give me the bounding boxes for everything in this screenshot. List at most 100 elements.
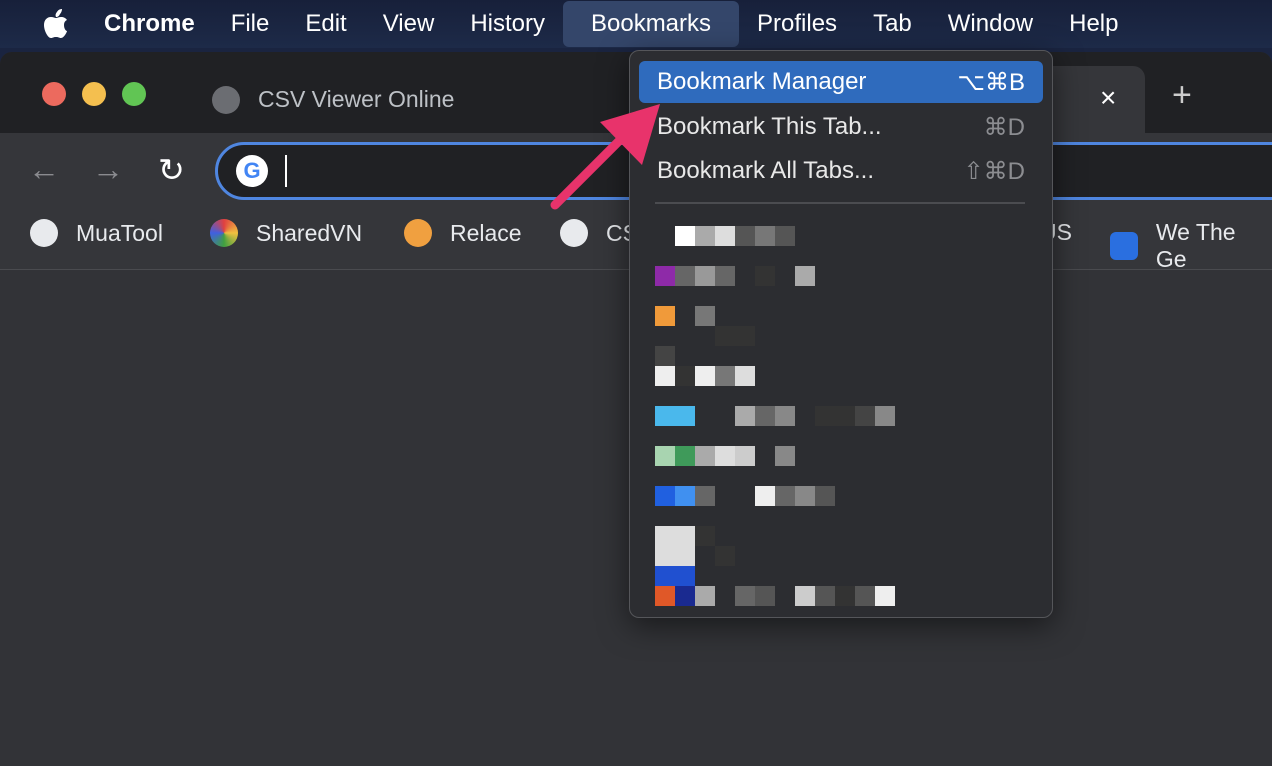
- blurred-bookmark-pixel: [675, 446, 695, 466]
- blurred-bookmark-pixel: [655, 526, 675, 546]
- blurred-bookmark-pixel: [795, 586, 815, 606]
- bookmark-wethegeek[interactable]: We The Ge: [1110, 219, 1272, 273]
- blurred-bookmark-pixel: [755, 266, 775, 286]
- blurred-bookmark-pixel: [715, 266, 735, 286]
- bookmarks-menu: Bookmark Manager ⌥⌘B Bookmark This Tab...…: [629, 50, 1053, 618]
- menu-item-bookmark-all-tabs[interactable]: Bookmark All Tabs... ⇧⌘D: [639, 150, 1043, 192]
- blurred-bookmark-pixel: [795, 266, 815, 286]
- forward-button[interactable]: →: [92, 151, 124, 188]
- minimize-window-button[interactable]: [82, 82, 106, 106]
- blurred-bookmark-pixel: [655, 266, 675, 286]
- blurred-bookmark-pixel: [735, 586, 755, 606]
- blurred-bookmark-pixel: [815, 486, 835, 506]
- blurred-bookmark-pixel: [735, 366, 755, 386]
- blurred-bookmark-pixel: [815, 406, 835, 426]
- blurred-bookmark-pixel: [675, 266, 695, 286]
- menu-history[interactable]: History: [452, 1, 563, 47]
- blurred-bookmark-pixel: [855, 586, 875, 606]
- blurred-bookmark-pixel: [775, 446, 795, 466]
- apple-icon[interactable]: [26, 9, 86, 39]
- wtg-icon: [1110, 232, 1138, 260]
- blurred-bookmark-pixel: [655, 546, 675, 566]
- reload-button[interactable]: ↻: [158, 151, 185, 189]
- blurred-bookmark-pixel: [715, 446, 735, 466]
- globe-icon: [30, 219, 58, 247]
- blurred-bookmark-pixel: [715, 226, 735, 246]
- blurred-bookmark-pixel: [695, 226, 715, 246]
- bookmark-muatool[interactable]: MuaTool: [30, 219, 163, 247]
- menu-bookmarks[interactable]: Bookmarks: [562, 1, 740, 47]
- blurred-bookmark-pixel: [675, 406, 695, 426]
- tab-title[interactable]: CSV Viewer Online: [258, 86, 454, 113]
- blurred-bookmark-pixel: [835, 586, 855, 606]
- blurred-bookmark-pixel: [795, 486, 815, 506]
- blurred-bookmark-pixel: [715, 546, 735, 566]
- globe-icon: [560, 219, 588, 247]
- blurred-bookmark-pixel: [695, 366, 715, 386]
- blurred-bookmark-pixel: [655, 406, 675, 426]
- text-cursor: [285, 155, 287, 187]
- blurred-bookmark-pixel: [655, 446, 675, 466]
- menu-edit[interactable]: Edit: [287, 1, 364, 47]
- menu-item-bookmark-this-tab[interactable]: Bookmark This Tab... ⌘D: [639, 106, 1043, 148]
- bookmark-cs[interactable]: CS: [560, 219, 638, 247]
- blurred-bookmark-pixel: [815, 586, 835, 606]
- blurred-bookmark-pixel: [755, 406, 775, 426]
- globe-icon: [212, 86, 240, 114]
- blurred-bookmark-pixel: [655, 566, 675, 586]
- back-button[interactable]: ←: [28, 151, 60, 188]
- blurred-bookmark-pixel: [735, 226, 755, 246]
- blurred-bookmark-pixel: [655, 586, 675, 606]
- menu-file[interactable]: File: [213, 1, 288, 47]
- sharedvn-icon: [210, 219, 238, 247]
- blurred-bookmark-pixel: [675, 526, 695, 546]
- zoom-window-button[interactable]: [122, 82, 146, 106]
- blurred-bookmark-pixel: [875, 406, 895, 426]
- menu-help[interactable]: Help: [1051, 1, 1136, 47]
- close-window-button[interactable]: [42, 82, 66, 106]
- blurred-bookmark-pixel: [755, 226, 775, 246]
- blurred-bookmark-pixel: [655, 346, 675, 366]
- blurred-bookmark-pixel: [675, 546, 695, 566]
- blurred-bookmark-pixel: [735, 326, 755, 346]
- blurred-bookmark-pixel: [655, 306, 675, 326]
- blurred-bookmark-pixel: [775, 226, 795, 246]
- blurred-bookmark-pixel: [855, 406, 875, 426]
- menu-item-bookmark-manager[interactable]: Bookmark Manager ⌥⌘B: [639, 61, 1043, 103]
- blurred-bookmark-pixel: [695, 486, 715, 506]
- blurred-bookmark-pixel: [775, 486, 795, 506]
- bookmark-sharedvn[interactable]: SharedVN: [210, 219, 362, 247]
- blurred-bookmark-pixel: [695, 446, 715, 466]
- blurred-bookmark-pixel: [675, 226, 695, 246]
- blurred-bookmark-pixel: [695, 266, 715, 286]
- relace-icon: [404, 219, 432, 247]
- menu-bar: Chrome File Edit View History Bookmarks …: [0, 0, 1272, 48]
- blurred-bookmark-pixel: [875, 586, 895, 606]
- menu-separator: [655, 202, 1025, 204]
- menu-tab[interactable]: Tab: [855, 1, 930, 47]
- blurred-bookmark-pixel: [695, 526, 715, 546]
- blurred-bookmark-pixel: [755, 486, 775, 506]
- blurred-bookmark-pixel: [755, 586, 775, 606]
- bookmark-relace[interactable]: Relace: [404, 219, 522, 247]
- blurred-bookmark-pixel: [735, 406, 755, 426]
- menu-view[interactable]: View: [365, 1, 453, 47]
- blurred-bookmark-pixel: [695, 586, 715, 606]
- blurred-bookmark-pixel: [715, 326, 735, 346]
- blurred-bookmark-pixel: [695, 306, 715, 326]
- blurred-bookmark-pixel: [735, 446, 755, 466]
- blurred-bookmark-pixel: [675, 366, 695, 386]
- menu-profiles[interactable]: Profiles: [739, 1, 855, 47]
- blurred-bookmark-pixel: [675, 586, 695, 606]
- google-icon: G: [236, 155, 268, 187]
- blurred-bookmark-pixel: [775, 406, 795, 426]
- blurred-bookmark-pixel: [675, 566, 695, 586]
- blurred-bookmark-pixel: [655, 366, 675, 386]
- menu-chrome[interactable]: Chrome: [86, 1, 213, 47]
- close-tab-button[interactable]: ×: [1100, 82, 1116, 114]
- menu-window[interactable]: Window: [930, 1, 1051, 47]
- blurred-bookmark-pixel: [655, 486, 675, 506]
- new-tab-button[interactable]: +: [1172, 76, 1192, 115]
- blurred-bookmark-pixel: [675, 486, 695, 506]
- blurred-bookmark-pixel: [835, 406, 855, 426]
